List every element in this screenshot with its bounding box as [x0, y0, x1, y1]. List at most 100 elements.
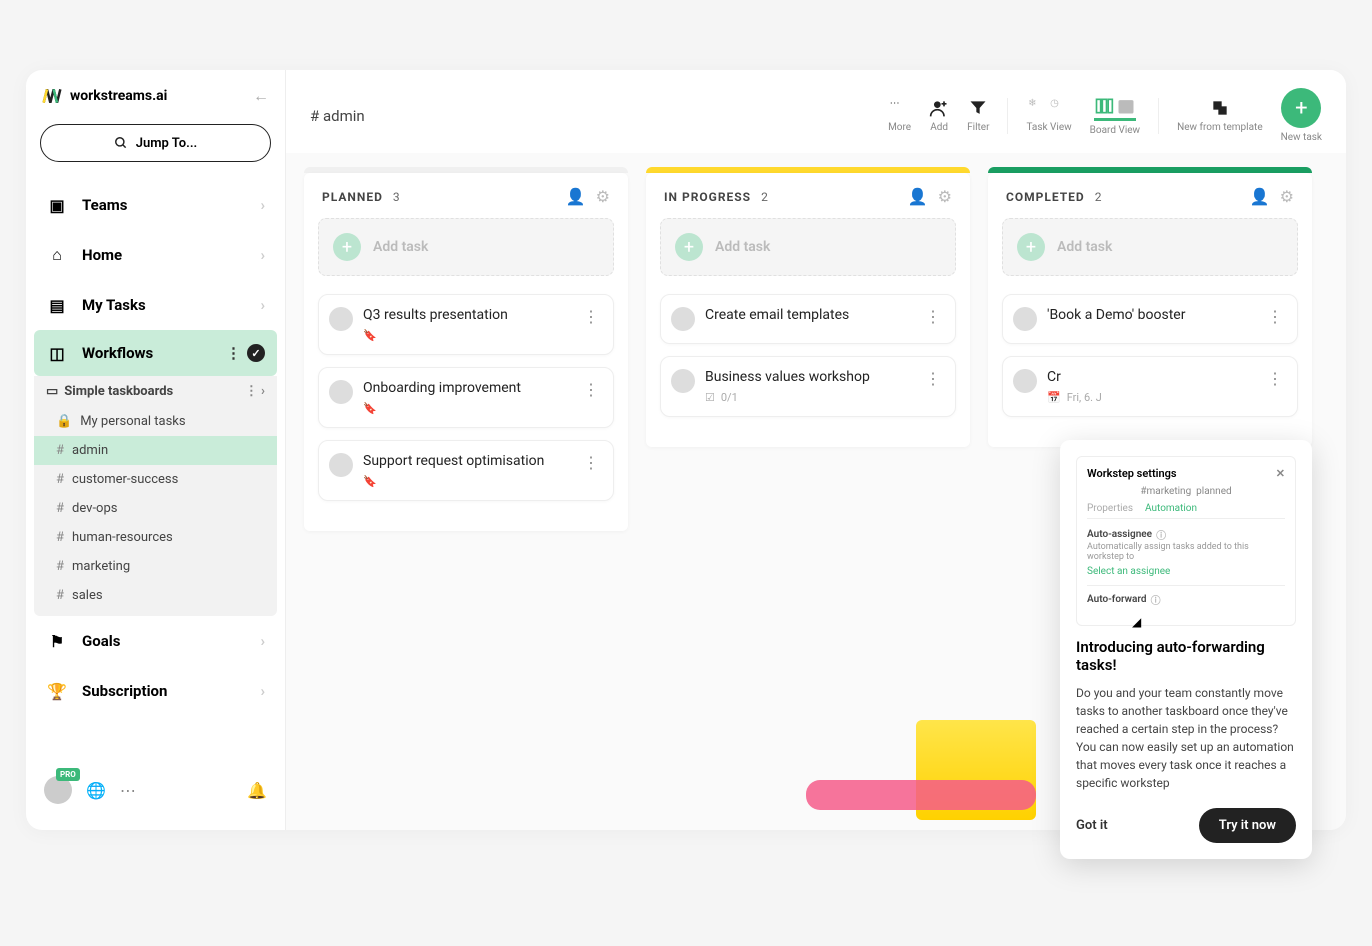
avatar — [329, 307, 353, 331]
close-icon[interactable]: ✕ — [1276, 467, 1285, 480]
more-button[interactable]: ⋯More — [888, 98, 911, 133]
sidebar-channel-My-personal-tasks[interactable]: 🔒My personal tasks — [34, 407, 277, 436]
teams-icon: ▣ — [46, 194, 68, 216]
globe-icon[interactable]: 🌐 — [86, 781, 106, 800]
sidebar-channel-admin[interactable]: #admin — [34, 436, 277, 465]
column-count: 3 — [393, 190, 400, 204]
brand-logo-icon — [42, 86, 62, 106]
nav-teams[interactable]: ▣ Teams › — [26, 180, 285, 230]
add-button[interactable]: Add — [929, 98, 949, 133]
topbar: # admin ⋯More Add Filter ❄◷ Task View — [286, 70, 1346, 153]
got-it-button[interactable]: Got it — [1076, 818, 1108, 833]
task-card[interactable]: 'Book a Demo' booster ⋮ — [1002, 294, 1298, 344]
hash-icon: # — [56, 472, 64, 487]
popup-heading: Introducing auto-forwarding tasks! — [1076, 638, 1296, 674]
column-title: PLANNED — [322, 190, 383, 204]
collapse-sidebar-icon[interactable]: ← — [253, 86, 269, 106]
card-title: Business values workshop — [705, 369, 911, 385]
column-title: IN PROGRESS — [664, 190, 751, 204]
person-icon[interactable]: 👤 — [566, 187, 586, 206]
sidebar-footer: PRO 🌐 ⋯ 🔔 — [26, 766, 285, 814]
workflows-icon: ◫ — [46, 342, 68, 364]
nav-workflows[interactable]: ◫ Workflows ⋮ ✓ — [34, 330, 277, 376]
user-avatar[interactable]: PRO — [44, 776, 72, 804]
bell-icon[interactable]: 🔔 — [247, 781, 267, 800]
more-vertical-icon[interactable]: ⋮ — [921, 369, 945, 388]
select-assignee-link[interactable]: Select an assignee — [1087, 566, 1285, 577]
jump-to-button[interactable]: Jump To... — [40, 124, 271, 162]
more-vertical-icon[interactable]: ⋮ — [921, 307, 945, 326]
add-task-button[interactable]: +Add task — [318, 218, 614, 276]
card-title: Support request optimisation — [363, 453, 569, 469]
person-icon[interactable]: 👤 — [908, 187, 928, 206]
person-icon[interactable]: 👤 — [1250, 187, 1270, 206]
onboarding-popup: Workstep settings ✕ #marketing planned P… — [1060, 440, 1312, 859]
avatar — [671, 307, 695, 331]
hash-icon: # — [56, 588, 64, 603]
hash-icon: # — [56, 559, 64, 574]
task-card[interactable]: Q3 results presentation🔖⋮ — [318, 294, 614, 355]
add-task-button[interactable]: +Add task — [660, 218, 956, 276]
popup-body: Do you and your team constantly move tas… — [1076, 684, 1296, 792]
nav-subscription[interactable]: 🏆 Subscription › — [26, 666, 285, 716]
info-icon: ⓘ — [1156, 527, 1166, 542]
bookmark-icon: 🔖 — [363, 475, 377, 488]
preview-title: Workstep settings — [1087, 467, 1177, 480]
checklist-icon: ☑ — [705, 391, 715, 404]
more-vertical-icon[interactable]: ⋮ — [1263, 369, 1287, 388]
sidebar-channel-marketing[interactable]: #marketing — [34, 552, 277, 581]
more-vertical-icon[interactable]: ⋮ — [226, 344, 241, 362]
filter-button[interactable]: Filter — [967, 98, 989, 133]
new-task-button[interactable]: + New task — [1281, 88, 1322, 143]
task-card[interactable]: Support request optimisation 🔖 ⋮ — [318, 440, 614, 501]
task-card[interactable]: Business values workshop☑0/1⋮ — [660, 356, 956, 417]
card-title: 'Book a Demo' booster — [1047, 307, 1253, 323]
avatar — [1013, 369, 1037, 393]
column-planned: PLANNED 3 👤 ⚙ +Add task Q3 results presentati… — [304, 167, 628, 816]
gear-icon[interactable]: ⚙ — [1280, 187, 1294, 206]
brand-name: workstreams.ai — [70, 88, 167, 104]
sidebar-channel-customer-success[interactable]: #customer-success — [34, 465, 277, 494]
more-vertical-icon[interactable]: ⋮ — [579, 453, 603, 472]
task-card[interactable]: Create email templates ⋮ — [660, 294, 956, 344]
plus-icon: + — [1017, 233, 1045, 261]
add-task-button[interactable]: +Add task — [1002, 218, 1298, 276]
task-view-button[interactable]: ❄◷ Task View — [1026, 98, 1071, 133]
board-view-button[interactable]: Board View — [1090, 96, 1140, 136]
task-card[interactable]: Onboarding improvement🔖⋮ — [318, 367, 614, 428]
chevron-right-icon: › — [260, 682, 265, 700]
hash-icon: # — [56, 443, 64, 458]
try-it-button[interactable]: Try it now — [1199, 808, 1296, 843]
more-horizontal-icon[interactable]: ⋯ — [120, 781, 136, 800]
tab-properties[interactable]: Properties — [1087, 503, 1133, 514]
logo-row: workstreams.ai ← — [26, 86, 285, 118]
more-vertical-icon[interactable]: ⋮ — [579, 380, 603, 399]
hash-icon: # — [56, 530, 64, 545]
hash-icon: # — [56, 501, 64, 516]
avatar — [329, 380, 353, 404]
nav-goals[interactable]: ⚑ Goals › — [26, 616, 285, 666]
template-button[interactable]: New from template — [1177, 98, 1263, 133]
sidebar-channel-human-resources[interactable]: #human-resources — [34, 523, 277, 552]
card-title: Create email templates — [705, 307, 911, 323]
check-circle-icon[interactable]: ✓ — [247, 344, 265, 362]
nav-mytasks[interactable]: ▤ My Tasks › — [26, 280, 285, 330]
task-card[interactable]: Cr📅Fri, 6. J⋮ — [1002, 356, 1298, 417]
calendar-icon: 📅 — [1047, 391, 1061, 404]
pro-badge: PRO — [56, 768, 80, 781]
home-icon: ⌂ — [46, 244, 68, 266]
card-title: Q3 results presentation — [363, 307, 569, 323]
tab-automation[interactable]: Automation — [1145, 503, 1197, 514]
more-vertical-icon[interactable]: ⋮ — [1263, 307, 1287, 326]
column-count: 2 — [761, 190, 768, 204]
gear-icon[interactable]: ⚙ — [596, 187, 610, 206]
nav-home[interactable]: ⌂ Home › — [26, 230, 285, 280]
subnav-header[interactable]: ▭ Simple taskboards ⋮ › — [34, 376, 277, 407]
sidebar-channel-dev-ops[interactable]: #dev-ops — [34, 494, 277, 523]
person-plus-icon — [929, 98, 949, 118]
more-vertical-icon[interactable]: ⋮ — [579, 307, 603, 326]
chevron-right-icon: › — [260, 632, 265, 650]
sidebar-channel-sales[interactable]: #sales — [34, 581, 277, 610]
decorative-pink — [806, 780, 1036, 810]
gear-icon[interactable]: ⚙ — [938, 187, 952, 206]
